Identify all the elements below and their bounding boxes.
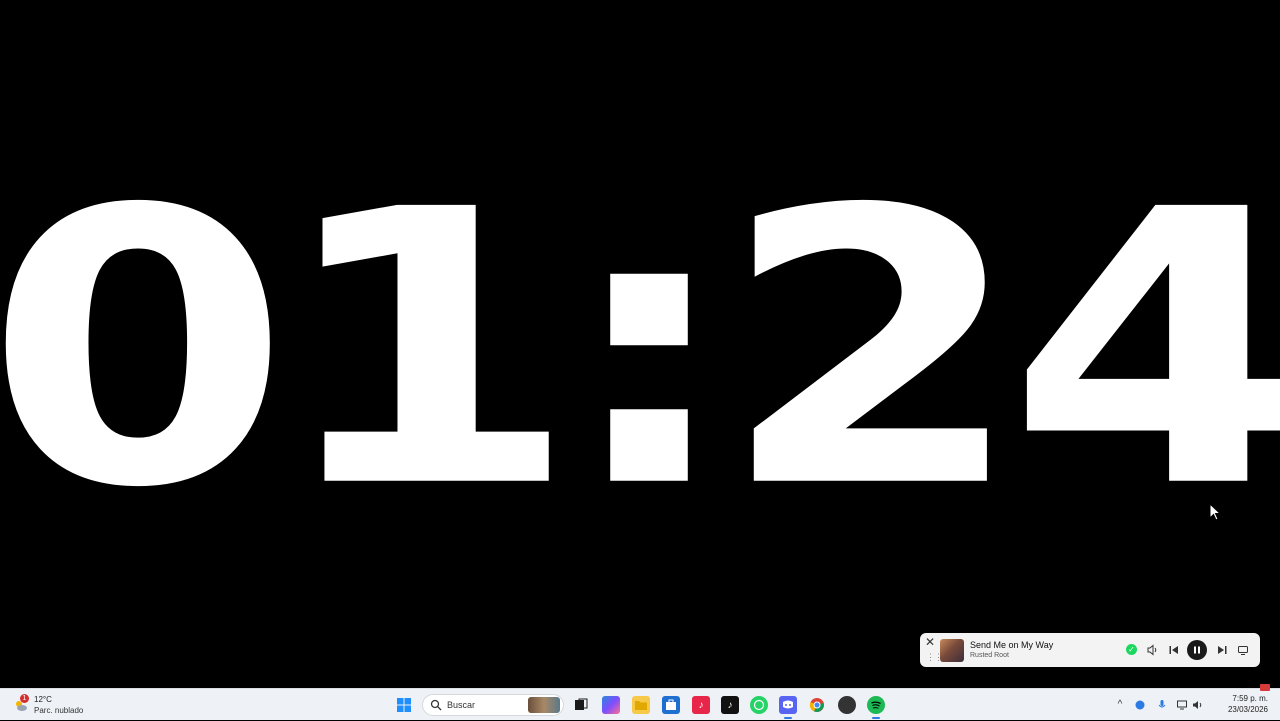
liked-check-icon[interactable]: ✓ [1126,644,1137,655]
spotify-active-indicator [872,717,880,719]
clock-date[interactable]: 23/03/2026 [1228,705,1268,714]
timer-window: 01:24 [0,0,1280,688]
track-artist: Rusted Root [970,652,1009,659]
tiktok-icon-2[interactable]: ♪ [721,696,739,714]
track-title: Send Me on My Way [970,640,1054,650]
previous-track-icon[interactable] [1166,642,1182,658]
start-icon[interactable] [395,696,413,714]
close-icon[interactable]: ✕ [924,636,936,648]
tiktok-icon-1[interactable]: ♪ [692,696,710,714]
weather-temperature: 12°C [34,695,52,704]
system-tray: ^ 7:59 p. m. 23/03/2026 [1110,684,1280,721]
volume-icon[interactable] [1145,642,1161,658]
notification-badge: 1 [20,694,29,703]
search-icon [430,699,442,711]
notification-indicator[interactable] [1260,684,1270,691]
taskbar: 1 12°C Parc. nublado Buscar ♪ ♪ ^ 7:59 p… [0,684,1280,721]
clock-time[interactable]: 7:59 p. m. [1232,694,1268,703]
album-art [940,639,964,662]
discord-icon[interactable] [779,696,797,714]
discord-active-indicator [784,717,792,719]
network-icon[interactable] [1176,699,1188,711]
search-input[interactable]: Buscar [422,694,564,716]
weather-condition: Parc. nublado [34,706,84,715]
file-explorer-icon[interactable] [632,696,650,714]
next-track-icon[interactable] [1214,642,1230,658]
pause-button[interactable] [1187,640,1207,660]
countdown-display: 01:24 [0,129,1280,571]
weather-widget[interactable]: 1 12°C Parc. nublado [14,693,124,717]
whatsapp-icon[interactable] [750,696,768,714]
search-placeholder: Buscar [447,700,476,710]
task-view-icon[interactable] [572,696,590,714]
search-highlight-image [528,697,560,713]
store-icon[interactable] [662,696,680,714]
chrome-icon[interactable] [808,696,826,714]
spotify-icon[interactable] [867,696,885,714]
media-flyout: ✕ ⋮⋮ Send Me on My Way Rusted Root ✓ [920,633,1260,667]
speaker-icon[interactable] [1192,699,1204,711]
mouse-cursor-icon [1209,503,1221,521]
microphone-icon[interactable] [1156,699,1168,711]
widgets-icon[interactable] [602,696,620,714]
app-icon[interactable] [838,696,856,714]
device-icon[interactable] [1235,642,1251,658]
track-info: Send Me on My Way Rusted Root [970,639,1120,661]
chevron-up-icon[interactable]: ^ [1114,699,1126,711]
security-icon[interactable] [1134,699,1146,711]
drag-handle-icon[interactable]: ⋮⋮ [926,652,943,662]
